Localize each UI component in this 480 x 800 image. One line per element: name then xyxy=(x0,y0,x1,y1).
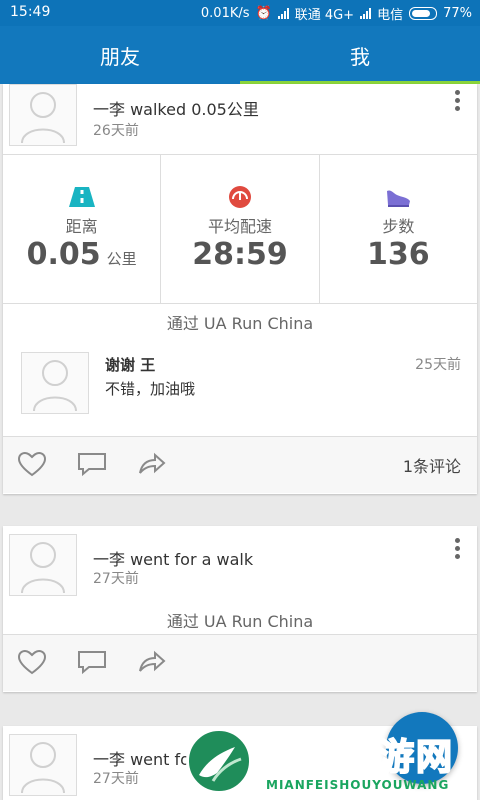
default-avatar-icon xyxy=(21,542,65,594)
post-date: 27天前 xyxy=(93,571,139,587)
battery-level: 77% xyxy=(443,6,472,21)
commenter-name[interactable]: 谢谢 王 xyxy=(105,354,155,375)
site-watermark: 免费手游网 MIANFEISHOUYOUWANG xyxy=(186,726,480,800)
watermark-subtitle: MIANFEISHOUYOUWANG xyxy=(266,778,450,792)
carrier-primary: 联通 4G+ xyxy=(294,8,355,23)
more-options-icon[interactable] xyxy=(455,90,461,111)
post-title: 一李 walked 0.05公里 xyxy=(93,100,259,119)
share-arrow-icon[interactable] xyxy=(137,451,167,477)
post-title: 一李 went fo xyxy=(93,750,190,769)
network-speed: 0.01K/s xyxy=(200,6,250,21)
comment: 谢谢 王 不错，加油哦 25天前 xyxy=(21,352,461,416)
activity-stats: 距离 0.05 公里 平均配速 28:59 步数 136 xyxy=(3,154,477,304)
stat-distance: 距离 0.05 公里 xyxy=(3,155,162,303)
alarm-icon: ⏰ xyxy=(255,6,272,21)
stat-value: 0.05 公里 xyxy=(26,237,137,272)
post-date: 27天前 xyxy=(93,771,139,787)
post-date: 26天前 xyxy=(93,123,139,139)
stat-pace: 平均配速 28:59 xyxy=(161,155,320,303)
stat-steps: 步数 136 xyxy=(320,155,477,303)
default-avatar-icon xyxy=(21,92,65,144)
commenter-avatar[interactable] xyxy=(21,352,89,414)
carrier-secondary: 电信 xyxy=(377,8,404,23)
default-avatar-icon xyxy=(21,742,65,794)
comment-text: 不错，加油哦 xyxy=(105,380,196,398)
battery-icon xyxy=(409,7,438,20)
action-bar: 1条评论 xyxy=(3,436,477,493)
signal-icon-2 xyxy=(360,8,372,19)
avatar[interactable] xyxy=(9,84,77,146)
stat-value: 28:59 xyxy=(192,237,288,272)
activity-card: 一李 walked 0.05公里 26天前 距离 0.05 公里 平均配速 28:… xyxy=(3,84,477,494)
stat-unit: 公里 xyxy=(106,250,137,268)
tab-bar: 朋友 我 xyxy=(0,26,480,84)
comment-time: 25天前 xyxy=(415,357,461,373)
tab-me[interactable]: 我 xyxy=(240,26,480,84)
like-heart-icon[interactable] xyxy=(17,649,47,675)
speedometer-icon xyxy=(228,186,251,208)
stat-label: 步数 xyxy=(382,217,415,236)
comment-bubble-icon[interactable] xyxy=(77,649,107,675)
shoe-icon xyxy=(387,190,411,207)
source-label: 通过 UA Run China xyxy=(166,612,314,631)
source-label: 通过 UA Run China xyxy=(166,314,314,333)
watermark-title: 免费手游网 xyxy=(263,736,455,779)
more-options-icon[interactable] xyxy=(455,538,461,559)
action-bar xyxy=(3,634,477,691)
status-bar: 15:49 0.01K/s ⏰ 联通 4G+ 电信 77% xyxy=(0,0,480,26)
activity-card: 一李 went for a walk 27天前 通过 UA Run China xyxy=(3,526,477,692)
default-avatar-icon xyxy=(33,360,77,412)
stat-value: 136 xyxy=(367,237,430,272)
avatar[interactable] xyxy=(9,734,77,796)
stat-label: 距离 xyxy=(65,217,98,236)
status-time: 15:49 xyxy=(10,4,51,20)
comment-count[interactable]: 1条评论 xyxy=(403,453,461,477)
stat-label: 平均配速 xyxy=(207,217,272,236)
comment-bubble-icon[interactable] xyxy=(77,451,107,477)
share-arrow-icon[interactable] xyxy=(137,649,167,675)
tab-friends[interactable]: 朋友 xyxy=(0,26,240,84)
like-heart-icon[interactable] xyxy=(17,451,47,477)
avatar[interactable] xyxy=(9,534,77,596)
post-title: 一李 went for a walk xyxy=(93,550,254,569)
watermark-logo-icon xyxy=(186,728,252,794)
signal-icon xyxy=(277,8,289,19)
status-indicators: 0.01K/s ⏰ 联通 4G+ 电信 77% xyxy=(201,4,472,23)
road-icon xyxy=(68,187,95,207)
